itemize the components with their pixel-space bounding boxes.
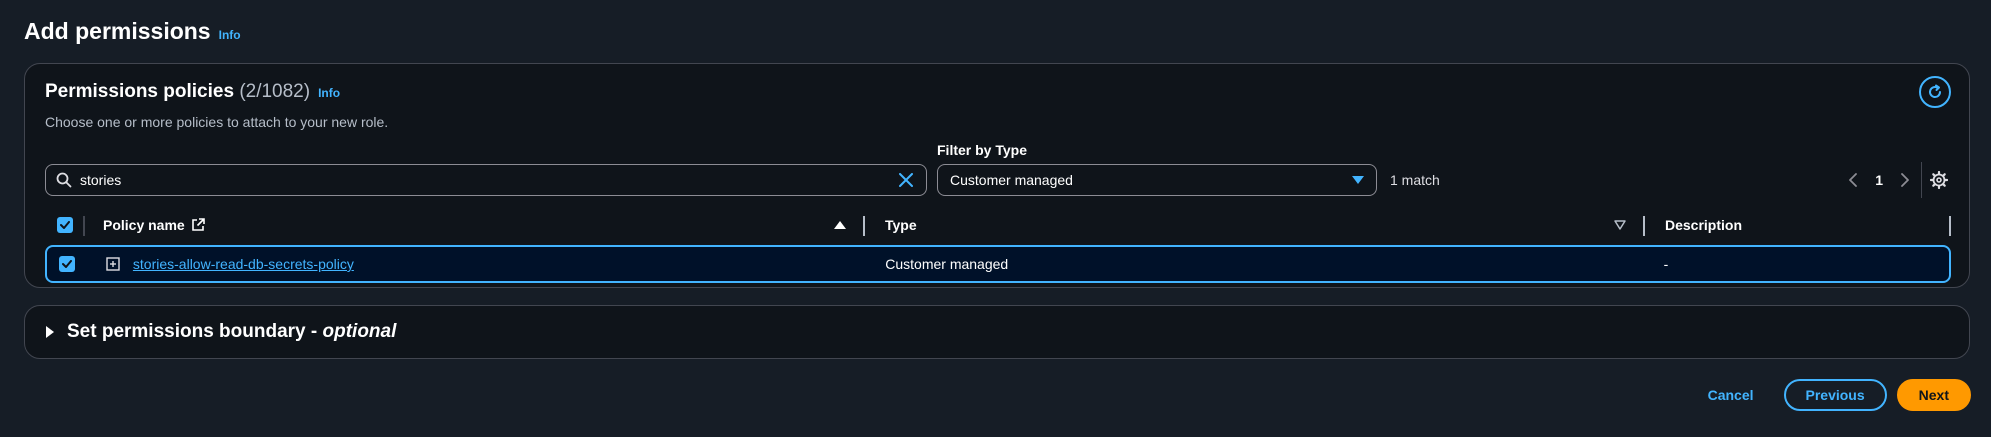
filter-label: Filter by Type	[937, 142, 1027, 158]
column-label-description: Description	[1665, 217, 1743, 233]
header-info-link[interactable]: Info	[219, 28, 241, 42]
add-permissions-page: Add permissions Info Permissions policie…	[0, 0, 1991, 437]
filter-type-select[interactable]: Customer managed	[937, 164, 1377, 196]
sort-ascending-icon[interactable]	[833, 218, 847, 232]
current-page[interactable]: 1	[1875, 172, 1883, 188]
page-header: Add permissions Info	[24, 18, 241, 45]
previous-page-button[interactable]	[1845, 172, 1861, 188]
policy-name-link[interactable]: stories-allow-read-db-secrets-policy	[133, 256, 354, 272]
search-icon	[56, 172, 72, 188]
policy-count: (2/1082)	[239, 81, 311, 102]
table-row[interactable]: stories-allow-read-db-secrets-policy Cus…	[45, 245, 1951, 283]
caret-down-icon	[1352, 176, 1364, 184]
footer-actions: Cancel Previous Next	[1688, 379, 1971, 411]
next-button[interactable]: Next	[1896, 379, 1971, 411]
page-title: Add permissions	[24, 18, 211, 44]
row-type-cell: Customer managed	[885, 256, 1009, 272]
row-policy-name-cell: stories-allow-read-db-secrets-policy	[87, 247, 865, 281]
column-resizer[interactable]	[1949, 216, 1951, 236]
permissions-boundary-expander[interactable]: Set permissions boundary - optional	[24, 305, 1970, 359]
search-input[interactable]	[80, 172, 896, 188]
cancel-button[interactable]: Cancel	[1688, 379, 1774, 411]
external-link-icon	[191, 218, 205, 231]
gear-icon	[1929, 171, 1948, 189]
column-label-type: Type	[885, 217, 917, 233]
checkmark-icon	[60, 221, 70, 229]
search-field[interactable]	[45, 164, 927, 196]
panel-title-row: Permissions policies (2/1082) Info	[45, 81, 340, 103]
boundary-title-text: Set permissions boundary -	[67, 321, 323, 342]
plus-square-icon	[106, 257, 120, 271]
caret-right-icon	[46, 326, 54, 338]
filter-select-value: Customer managed	[950, 172, 1073, 188]
checkmark-icon	[61, 260, 72, 268]
panel-title-text: Permissions policies	[45, 81, 235, 102]
sort-descending-icon[interactable]	[1613, 218, 1627, 232]
expand-row-button[interactable]	[105, 256, 121, 272]
column-header-policy-name[interactable]: Policy name	[85, 210, 865, 240]
row-description-cell: -	[1663, 256, 1669, 272]
column-label-policy-name: Policy name	[103, 217, 185, 233]
column-header-type[interactable]: Type	[865, 210, 1645, 240]
chevron-left-icon	[1849, 173, 1858, 187]
previous-button[interactable]: Previous	[1783, 379, 1887, 411]
table-settings-button[interactable]	[1921, 162, 1955, 198]
table-header: Policy name Type Description	[45, 210, 1951, 240]
next-page-button[interactable]	[1897, 172, 1913, 188]
refresh-button[interactable]	[1919, 76, 1951, 108]
close-icon	[899, 173, 913, 187]
policies-info-link[interactable]: Info	[318, 86, 340, 100]
select-all-checkbox[interactable]	[57, 217, 73, 233]
match-count: 1 match	[1390, 172, 1440, 188]
clear-search-button[interactable]	[896, 170, 916, 190]
row-checkbox-cell	[47, 247, 87, 281]
pagination: 1	[1845, 164, 1913, 196]
boundary-title: Set permissions boundary - optional	[67, 321, 396, 343]
refresh-icon	[1929, 84, 1942, 98]
chevron-right-icon	[1901, 173, 1909, 187]
row-checkbox[interactable]	[58, 256, 75, 272]
permissions-policies-panel: Permissions policies (2/1082) Info Choos…	[24, 63, 1970, 288]
column-header-description[interactable]: Description	[1645, 210, 1951, 240]
panel-title: Permissions policies (2/1082)	[45, 81, 310, 103]
header-checkbox-cell	[45, 210, 85, 240]
panel-description: Choose one or more policies to attach to…	[45, 114, 389, 130]
boundary-optional-text: optional	[322, 321, 397, 342]
